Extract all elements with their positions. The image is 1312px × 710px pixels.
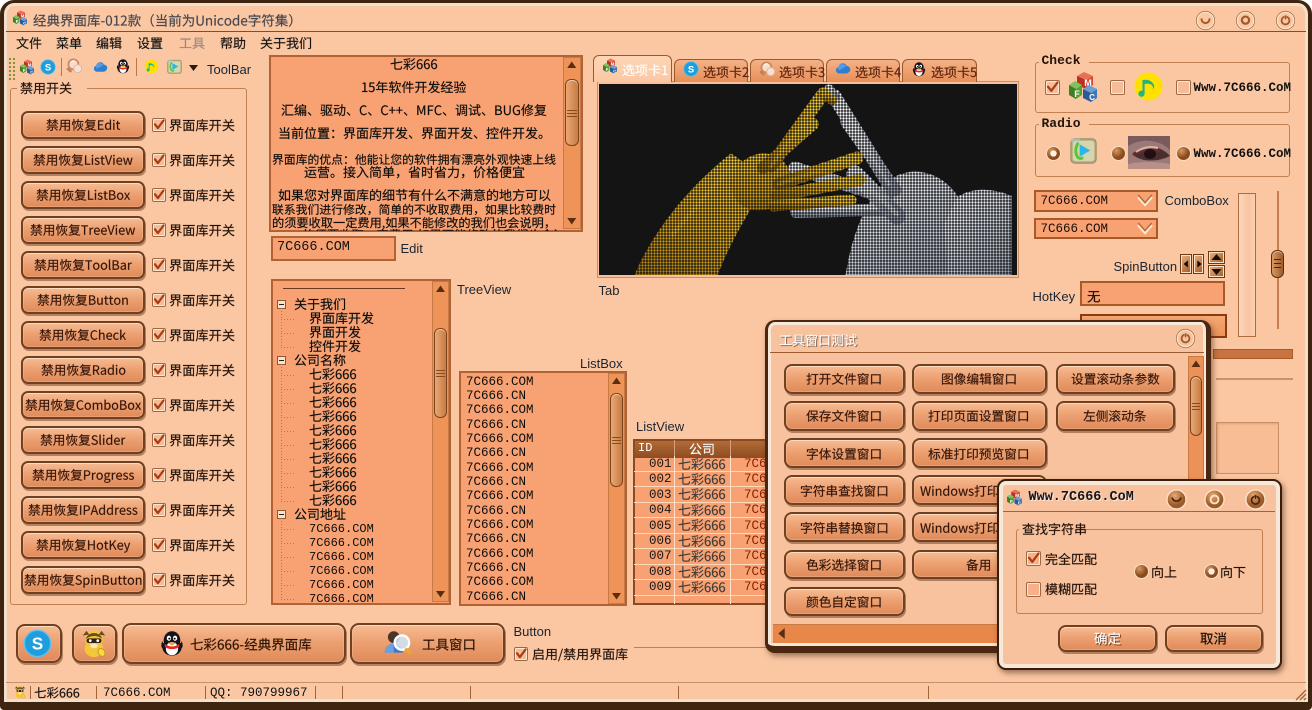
svg-text:C: C <box>613 69 616 74</box>
svg-text:F: F <box>606 67 609 72</box>
svg-text:S: S <box>687 64 693 75</box>
svg-text:S: S <box>32 633 43 653</box>
svg-text:C: C <box>1018 500 1021 505</box>
svg-text:C: C <box>30 70 33 75</box>
svg-text:S: S <box>45 62 51 73</box>
svg-text:F: F <box>16 19 19 24</box>
svg-text:C: C <box>1089 93 1095 102</box>
svg-text:C: C <box>23 21 26 26</box>
svg-text:F: F <box>23 68 26 73</box>
svg-text:F: F <box>1010 498 1013 504</box>
svg-text:F: F <box>1074 89 1080 99</box>
